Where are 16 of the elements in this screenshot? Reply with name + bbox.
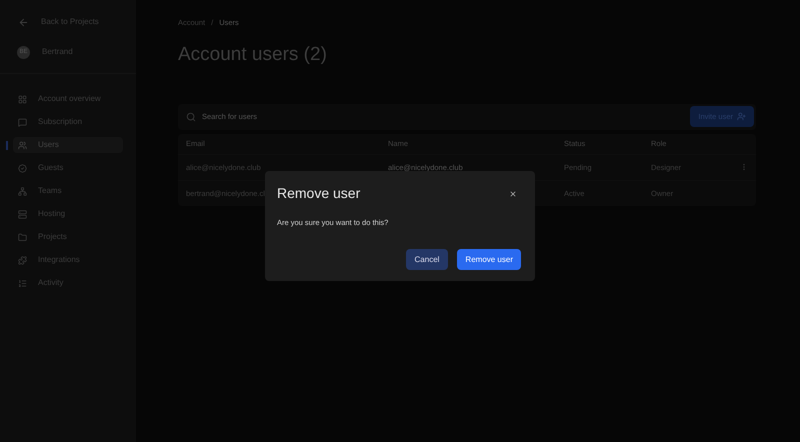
puzzle-icon (18, 256, 27, 264)
dialog-title: Remove user (277, 184, 360, 203)
folder-icon (18, 232, 27, 242)
chat-icon (18, 118, 27, 126)
user-plus-icon (737, 112, 746, 122)
server-icon (18, 210, 27, 218)
close-icon[interactable] (509, 190, 517, 198)
grid-icon (18, 94, 27, 104)
remove-user-button[interactable]: Remove user (457, 249, 521, 270)
users-icon (18, 140, 27, 150)
back-arrow-icon (18, 16, 29, 28)
people-icon (18, 186, 27, 196)
search-icon (186, 112, 196, 122)
cancel-button[interactable]: Cancel (406, 249, 448, 270)
badge-icon (18, 164, 27, 172)
list-icon (18, 278, 27, 288)
